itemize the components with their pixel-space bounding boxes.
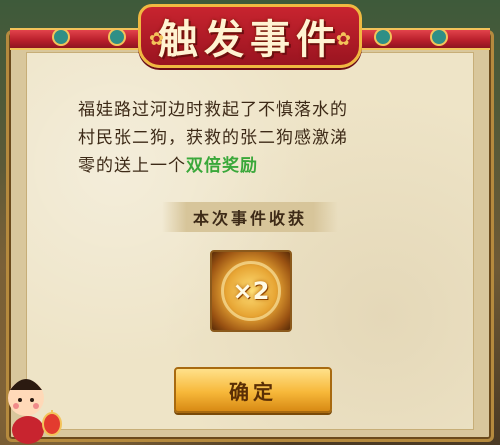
- event-story: 福娃路过河边时救起了不慎落水的 村民张二狗，获救的张二狗感激涕 零的送上一个双倍…: [78, 96, 438, 180]
- section-label: 本次事件收获: [162, 202, 338, 232]
- cloud-deco-icon: ✿: [149, 29, 165, 50]
- story-line: 福娃路过河边时救起了不慎落水的: [78, 100, 348, 120]
- ribbon-knot-left-inner: [108, 28, 126, 46]
- double-reward-icon[interactable]: ×2: [210, 250, 292, 332]
- ribbon-knot-right-inner: [374, 28, 392, 46]
- title-plate: ✿ 触发事件 ✿: [138, 4, 362, 68]
- reward-multiplier: ×2: [232, 277, 270, 305]
- story-line: 零的送上一个双倍奖励: [78, 152, 438, 180]
- story-line: 村民张二狗，获救的张二狗感激涕: [78, 128, 348, 148]
- ribbon-knot-right: [430, 28, 448, 46]
- cloud-deco-icon: ✿: [335, 29, 351, 50]
- story-line-prefix: 零的送上一个: [78, 156, 186, 176]
- mascot-character-icon: [8, 379, 62, 444]
- dialog-title: 触发事件: [158, 16, 342, 63]
- ribbon-knot-left: [52, 28, 70, 46]
- confirm-button[interactable]: 确定: [174, 367, 332, 413]
- reward-highlight: 双倍奖励: [186, 156, 258, 176]
